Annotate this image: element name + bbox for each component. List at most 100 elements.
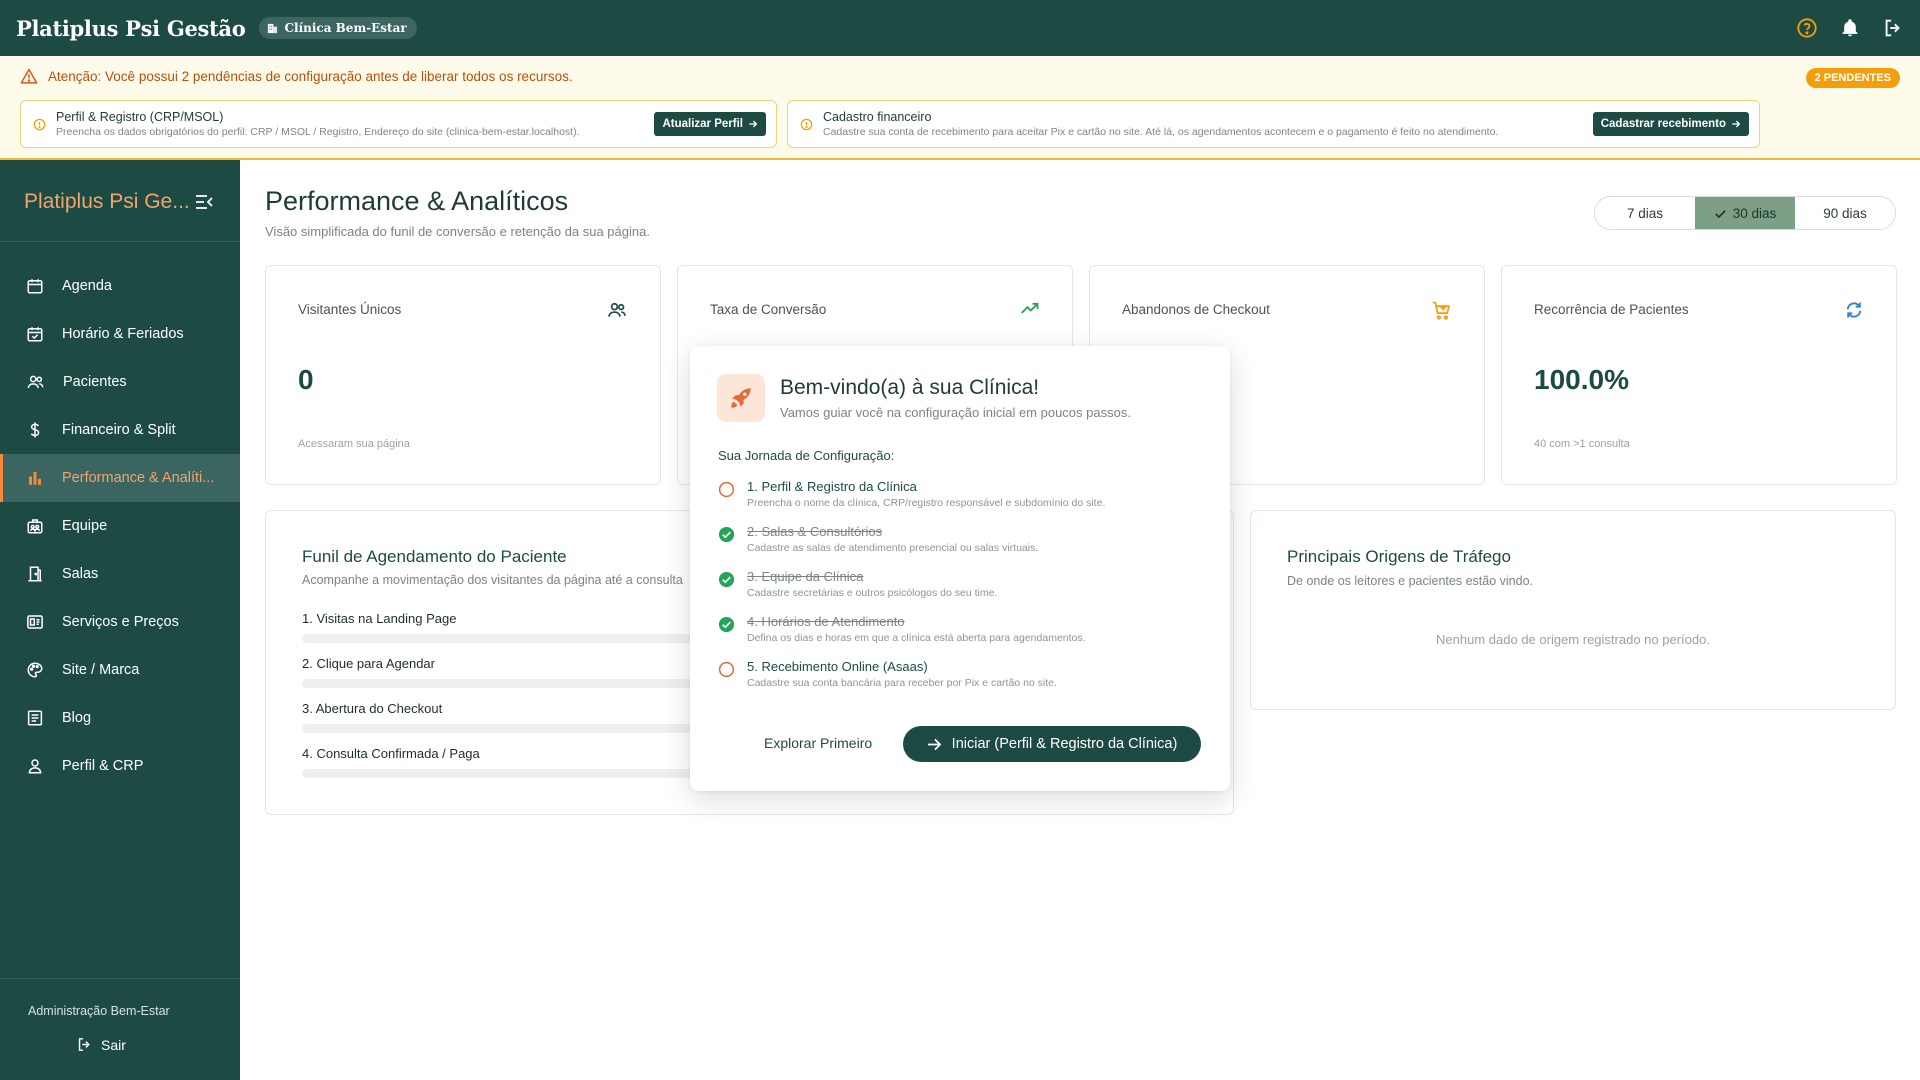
clinic-name: Clínica Bem-Estar [284,21,407,35]
period-30-days[interactable]: 30 dias [1695,197,1795,229]
period-selector: 7 dias 30 dias 90 dias [1594,196,1896,230]
sidebar-item-label: Site / Marca [62,662,140,678]
traffic-empty-state: Nenhum dado de origem registrado no perí… [1436,632,1710,647]
cart-plus-icon [1432,301,1451,320]
sidebar-item-label: Agenda [62,278,112,294]
step-title: 1. Perfil & Registro da Clínica [747,479,917,494]
update-profile-button[interactable]: Atualizar Perfil [654,112,766,136]
setup-step[interactable]: 4. Horários de Atendimento Defina os dia… [718,614,1086,644]
setup-step[interactable]: 5. Recebimento Online (Asaas) Cadastre s… [718,659,1057,689]
register-payment-button[interactable]: Cadastrar recebimento [1592,112,1749,136]
sidebar-item-label: Financeiro & Split [62,422,176,438]
step-description: Defina os dias e horas em que a clínica … [747,632,1086,644]
stat-card-recurrence: Recorrência de Pacientes 100.0% 40 com >… [1501,265,1897,485]
pending-description: Cadastre sua conta de recebimento para a… [823,126,1499,138]
period-7-days[interactable]: 7 dias [1595,197,1695,229]
stat-label: Abandonos de Checkout [1122,302,1270,317]
top-bar: Platiplus Psi Gestão Clínica Bem-Estar [0,0,1920,56]
arrow-right-icon [927,738,941,750]
stat-card-visitors: Visitantes Únicos 0 Acessaram sua página [265,265,661,485]
arrow-right-icon [1732,120,1741,128]
sidebar-item-rooms[interactable]: Salas [0,550,240,598]
building-icon [268,23,278,33]
step-title: 3. Equipe da Clínica [747,569,864,584]
pending-card-financial: Cadastro financeiro Cadastre sua conta d… [787,100,1760,148]
pending-title: Perfil & Registro (CRP/MSOL) [56,110,224,124]
period-label: 7 dias [1626,205,1664,221]
trending-up-icon [1021,302,1039,314]
price-card-icon [27,615,43,629]
warning-icon [20,68,38,84]
sidebar-divider [0,978,240,979]
pending-description: Preencha os dados obrigatórios do perfil… [56,126,580,138]
users-icon [608,302,626,317]
sidebar-logout-button[interactable]: Sair [76,1036,126,1053]
clinic-badge[interactable]: Clínica Bem-Estar [259,17,417,39]
sidebar-item-hours[interactable]: Horário & Feriados [0,310,240,358]
step-description: Cadastre secretárias e outros psicólogos… [747,587,998,599]
sidebar-item-services[interactable]: Serviços e Preços [0,598,240,646]
step-title: 2. Salas & Consultórios [747,524,883,539]
stat-note: 40 com >1 consulta [1534,438,1630,450]
sidebar-item-label: Pacientes [63,374,127,390]
rocket-icon [717,374,765,422]
pending-circle-icon [718,481,735,498]
pending-badge: 2 PENDENTES [1805,68,1900,88]
dollar-icon [30,422,40,438]
sidebar-item-label: Horário & Feriados [62,326,184,342]
sidebar-divider [0,241,240,242]
bar-chart-icon [29,472,41,485]
start-setup-button[interactable]: Iniciar (Perfil & Registro da Clínica) [903,726,1201,762]
sidebar-item-agenda[interactable]: Agenda [0,262,240,310]
sidebar: Platiplus Psi Ge... Agenda Horário & Fer… [0,160,240,1080]
funnel-title: Funil de Agendamento do Paciente [302,547,567,566]
traffic-sources-card: Principais Origens de Tráfego De onde os… [1250,510,1896,710]
app-brand[interactable]: Platiplus Psi Gestão [16,16,246,41]
sidebar-item-profile[interactable]: Perfil & CRP [0,742,240,790]
check-circle-icon [718,616,735,633]
logout-icon [78,1038,90,1051]
step-description: Cadastre as salas de atendimento presenc… [747,542,1039,554]
setup-step[interactable]: 2. Salas & Consultórios Cadastre as sala… [718,524,1038,554]
sidebar-brand[interactable]: Platiplus Psi Ge... [24,190,190,214]
calendar-check-icon [27,327,43,342]
sidebar-item-blog[interactable]: Blog [0,694,240,742]
door-icon [28,566,42,582]
button-label: Cadastrar recebimento [1600,118,1726,130]
sidebar-item-label: Performance & Analíti... [62,470,215,486]
journey-label: Sua Jornada de Configuração: [718,448,895,463]
setup-step[interactable]: 3. Equipe da Clínica Cadastre secretária… [718,569,997,599]
help-icon[interactable] [1796,17,1818,39]
stat-label: Visitantes Únicos [298,302,402,317]
sidebar-item-performance[interactable]: Performance & Analíti... [0,454,240,502]
check-icon [1714,209,1726,218]
collapse-menu-icon[interactable] [194,194,214,210]
sidebar-item-team[interactable]: Equipe [0,502,240,550]
sidebar-item-site-brand[interactable]: Site / Marca [0,646,240,694]
modal-subtitle: Vamos guiar você na configuração inicial… [780,405,1131,420]
setup-step[interactable]: 1. Perfil & Registro da Clínica Preencha… [718,479,1105,509]
info-icon [33,118,46,130]
period-90-days[interactable]: 90 dias [1795,197,1895,229]
pending-title: Cadastro financeiro [823,110,932,124]
sidebar-item-patients[interactable]: Pacientes [0,358,240,406]
team-icon [27,519,43,534]
bell-icon[interactable] [1840,18,1860,38]
sidebar-item-label: Salas [62,566,99,582]
arrow-right-icon [749,120,758,128]
traffic-title: Principais Origens de Tráfego [1287,547,1511,566]
sidebar-item-label: Blog [62,710,92,726]
step-description: Cadastre sua conta bancária para receber… [747,677,1057,689]
sidebar-item-financial[interactable]: Financeiro & Split [0,406,240,454]
check-circle-icon [718,526,735,543]
sidebar-nav: Agenda Horário & Feriados Pacientes Fina… [0,262,240,790]
check-circle-icon [718,571,735,588]
sidebar-item-label: Serviços e Preços [62,614,179,630]
stat-label: Recorrência de Pacientes [1534,302,1689,317]
logout-icon[interactable] [1882,17,1904,39]
users-icon [27,375,44,389]
refresh-icon [1846,302,1862,318]
admin-name: Administração Bem-Estar [28,1004,170,1018]
info-icon [800,118,813,130]
explore-first-button[interactable]: Explorar Primeiro [764,735,872,751]
